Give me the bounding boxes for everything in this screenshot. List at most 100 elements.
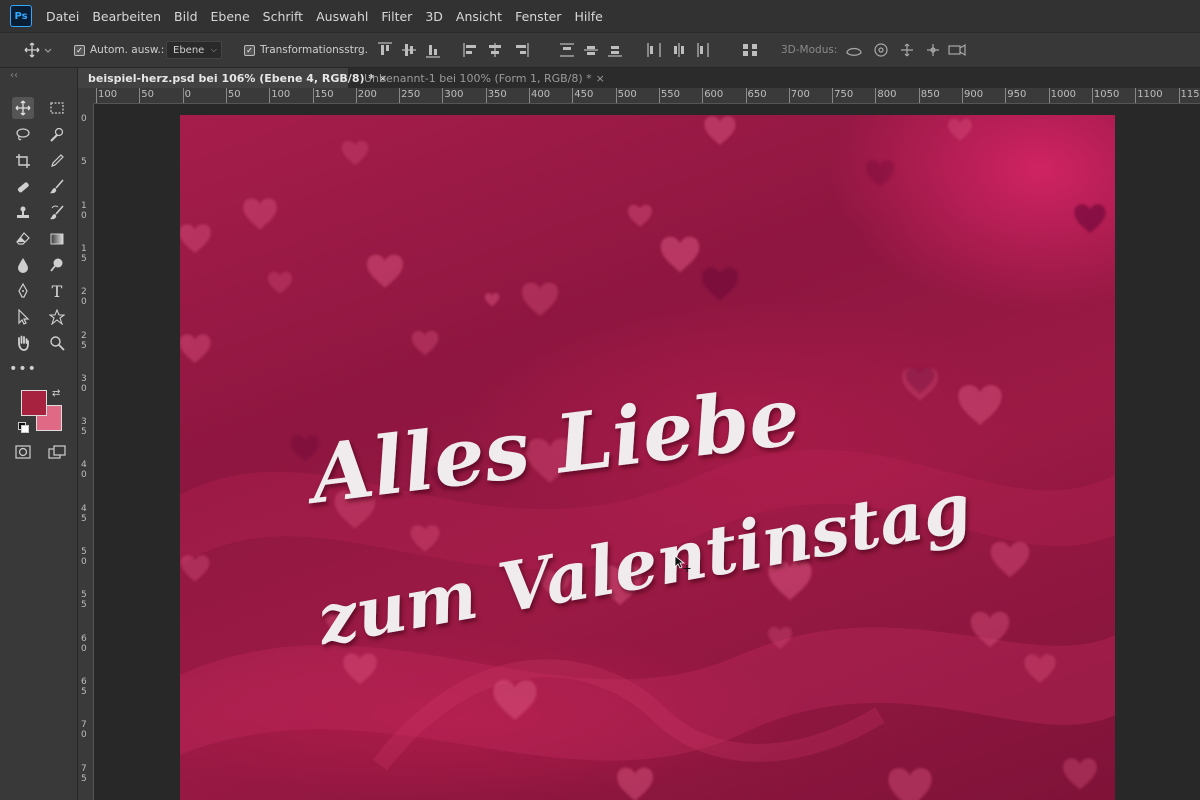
distribute-spacing-icon[interactable] [742,42,758,58]
ruler-tick-label: 750 [834,89,854,100]
mode-3d-label: 3D-Modus: [781,44,838,56]
ruler-tick [1048,88,1050,103]
ruler-tick-label: 500 [617,89,637,100]
auto-select-label: Autom. ausw.: [90,44,165,56]
ruler-tick-label: 0 [184,89,191,100]
type-tool[interactable]: T [46,280,68,302]
ruler-tick-label: 5 [81,157,87,168]
stamp-tool[interactable] [12,202,34,224]
marquee-tool[interactable] [46,97,68,119]
pen-tool[interactable] [12,280,34,302]
eyedropper-icon [51,154,64,167]
ruler-tick-label: 150 [314,89,334,100]
menu-schrift[interactable]: Schrift [263,9,303,24]
ruler-tick-label: 400 [531,89,551,100]
quick-mask-button[interactable] [12,441,34,463]
ruler-tick-label: 35 [81,417,87,438]
zoom-tool[interactable] [46,332,68,354]
ruler-tick [1091,88,1093,103]
hand-tool[interactable] [12,332,34,354]
hand-icon [18,335,29,351]
ruler-corner[interactable] [78,88,94,104]
valentine-artwork: Alles Liebe zum Valentinstag [180,116,1115,800]
ruler-tick-label: 45 [81,503,87,524]
3d-mode-icons[interactable] [845,42,970,58]
ruler-tick-label: 200 [357,89,377,100]
pen-icon [18,283,28,298]
ruler-tick-label: 50 [81,547,87,567]
ruler-tick [918,88,920,103]
ruler-tick [962,88,963,103]
eraser-icon [16,232,30,245]
dodge-icon [50,258,63,272]
swap-colors-icon[interactable]: ⇄ [52,388,60,399]
path-select-tool[interactable] [12,306,34,328]
ruler-tick-label: 40 [81,460,87,481]
dodge-tool[interactable] [46,254,68,276]
close-icon[interactable]: × [596,72,605,85]
menu-datei[interactable]: Datei [46,9,79,24]
lasso-tool[interactable] [12,124,34,146]
crop-icon [16,154,30,168]
menu-bearbeiten[interactable]: Bearbeiten [92,9,161,24]
ruler-tick [139,88,141,103]
gradient-icon [50,233,64,245]
photoshop-logo[interactable]: Ps [10,5,32,27]
ruler-tick-label: 50 [227,89,241,100]
ruler-tick-label: 100 [271,89,291,100]
tab-label: Unbenannt-1 bei 100% (Form 1, RGB/8) * [364,71,592,85]
ruler-tick-label: 800 [877,89,897,100]
ruler-tick [355,88,357,103]
ruler-tick [702,88,704,103]
menu-filter[interactable]: Filter [381,9,412,24]
menu-bild[interactable]: Bild [174,9,197,24]
ruler-tick-label: 350 [487,89,507,100]
healing-tool[interactable] [12,176,34,198]
vertical-ruler[interactable]: 0 5 10 15 20 25 30 35 40 45 50 55 60 65 70 75 [78,104,94,800]
shape-tool[interactable] [46,306,68,328]
more-tools[interactable]: ••• [9,358,36,380]
eyedropper-tool[interactable] [46,150,68,172]
eraser-tool[interactable] [12,228,34,250]
history-brush-tool[interactable] [46,202,68,224]
blur-tool[interactable] [12,254,34,276]
screen-mode-button[interactable] [46,441,68,463]
horizontal-ruler[interactable]: 100 50 0 50 100 150 200 250 300 350 400 450 500 550 60… [94,88,1200,104]
brush-tool[interactable] [46,176,68,198]
ruler-tick-label: 950 [1007,89,1027,100]
align-distribute-icons[interactable] [378,42,718,58]
auto-select-checkbox[interactable]: ✓ Autom. ausw.: [74,33,164,67]
transform-controls-checkbox[interactable]: ✓ Transformationsstrg. [244,33,368,67]
menu-3d[interactable]: 3D [425,9,443,24]
move-icon [24,42,52,58]
auto-select-target-dropdown[interactable]: Ebene ⌵ [166,41,222,59]
crop-tool[interactable] [12,150,34,172]
zoom-icon [50,336,65,351]
default-colors-icon[interactable] [18,422,29,433]
menu-auswahl[interactable]: Auswahl [316,9,368,24]
gradient-tool[interactable] [46,228,68,250]
menu-fenster[interactable]: Fenster [515,9,561,24]
tab-unbenannt-1[interactable]: Unbenannt-1 bei 100% (Form 1, RGB/8) * × [354,68,605,88]
ruler-tick-label: 65 [81,676,87,697]
ruler-tick [1005,88,1007,103]
auto-select-target-value: Ebene [173,44,205,56]
ruler-tick-label: 1000 [1050,89,1077,100]
collapse-icon[interactable]: ‹‹ [10,70,18,81]
menu-ebene[interactable]: Ebene [211,9,250,24]
quick-select-tool[interactable] [46,124,68,146]
foreground-color-swatch[interactable] [21,390,47,416]
ruler-tick [658,88,660,103]
document-canvas[interactable]: Alles Liebe zum Valentinstag [180,115,1115,800]
move-tool[interactable] [12,97,34,119]
blur-icon [18,258,28,273]
ruler-tick [745,88,747,103]
menu-ansicht[interactable]: Ansicht [456,9,502,24]
menu-hilfe[interactable]: Hilfe [574,9,602,24]
ruler-tick-label: 650 [747,89,767,100]
move-tool-preset[interactable] [24,33,52,67]
tab-label: beispiel-herz.psd bei 106% (Ebene 4, RGB… [88,71,375,85]
ruler-tick [875,88,877,103]
tab-beispiel-herz[interactable]: beispiel-herz.psd bei 106% (Ebene 4, RGB… [78,68,387,88]
auto-select-target-wrap: Ebene ⌵ [166,33,222,67]
